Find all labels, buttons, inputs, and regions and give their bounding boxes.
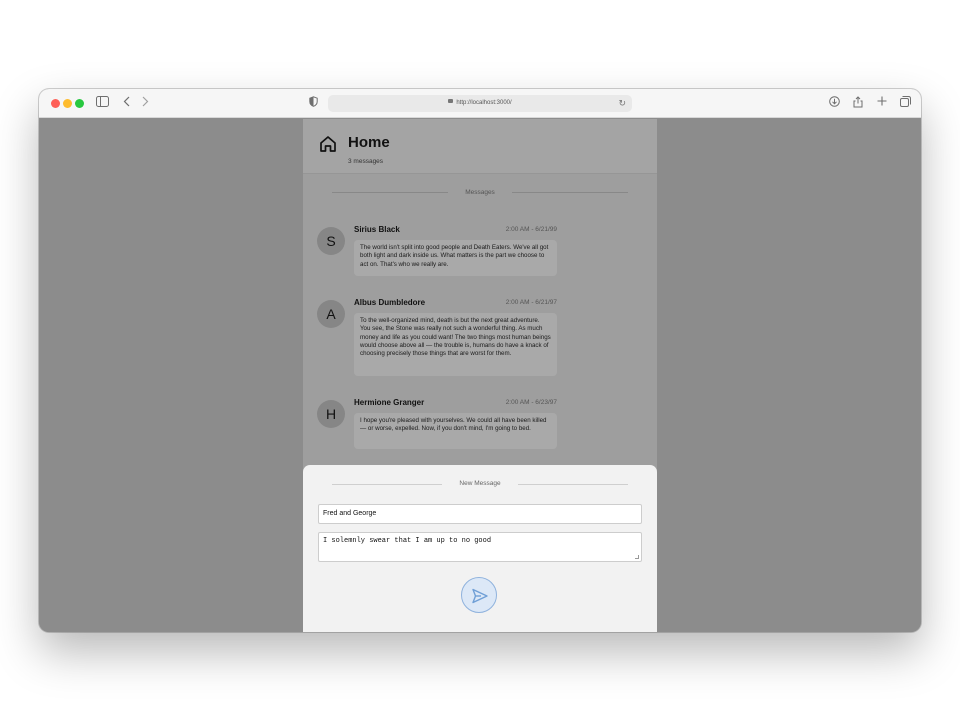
- message-bubble: To the well-organized mind, death is but…: [354, 313, 557, 376]
- message-time: 2:00 AM - 6/23/97: [505, 399, 557, 406]
- app-header: Home 3 messages: [303, 119, 657, 174]
- reload-icon[interactable]: ↻: [618, 95, 626, 112]
- message-author: Sirius Black: [354, 225, 400, 234]
- message-bubble: The world isn't split into good people a…: [354, 240, 557, 276]
- resize-handle[interactable]: [635, 555, 639, 559]
- address-bar[interactable]: http://localhost:3000/ ↻: [328, 95, 632, 112]
- new-message-label: New Message: [459, 480, 501, 487]
- share-icon[interactable]: [853, 96, 863, 108]
- send-icon: [472, 588, 488, 604]
- message-textarea[interactable]: I solemnly swear that I am up to no good: [318, 532, 642, 562]
- avatar: A: [317, 300, 345, 328]
- close-window-button[interactable]: [51, 99, 60, 108]
- send-button[interactable]: [461, 577, 497, 613]
- message-time: 2:00 AM - 6/21/97: [505, 299, 557, 306]
- divider-line: [332, 484, 442, 485]
- message-author: Albus Dumbledore: [354, 298, 426, 307]
- message-bubble: I hope you're pleased with yourselves. W…: [354, 413, 557, 449]
- divider-line: [512, 192, 628, 193]
- lock-icon: [448, 99, 454, 104]
- browser-toolbar: http://localhost:3000/ ↻: [39, 89, 921, 118]
- back-icon[interactable]: [123, 96, 130, 107]
- page-title: Home: [348, 134, 390, 151]
- zoom-window-button[interactable]: [75, 99, 84, 108]
- chat-app: Home 3 messages Messages S Sirius Black …: [303, 119, 657, 632]
- download-icon[interactable]: [829, 96, 840, 107]
- message-time: 2:00 AM - 6/21/99: [505, 226, 557, 233]
- message-author: Hermione Granger: [354, 398, 425, 407]
- new-tab-icon[interactable]: [877, 96, 887, 106]
- address-url: http://localhost:3000/: [456, 100, 512, 106]
- messages-divider-label: Messages: [465, 189, 495, 196]
- sidebar-icon[interactable]: [96, 96, 109, 107]
- shield-icon[interactable]: [309, 96, 318, 107]
- avatar: S: [317, 227, 345, 255]
- forward-icon[interactable]: [142, 96, 149, 107]
- author-name-input[interactable]: Fred and George: [318, 504, 642, 524]
- divider-line: [518, 484, 628, 485]
- tabs-icon[interactable]: [900, 96, 911, 107]
- page-viewport: Home 3 messages Messages S Sirius Black …: [39, 119, 921, 632]
- message-text: I solemnly swear that I am up to no good: [323, 537, 492, 545]
- new-message-panel: New Message Fred and George I solemnly s…: [303, 465, 657, 632]
- browser-window: http://localhost:3000/ ↻ Home 3 messages: [39, 89, 921, 632]
- avatar: H: [317, 400, 345, 428]
- message-count: 3 messages: [348, 158, 384, 165]
- minimize-window-button[interactable]: [63, 99, 72, 108]
- divider-line: [332, 192, 448, 193]
- home-icon: [319, 135, 337, 158]
